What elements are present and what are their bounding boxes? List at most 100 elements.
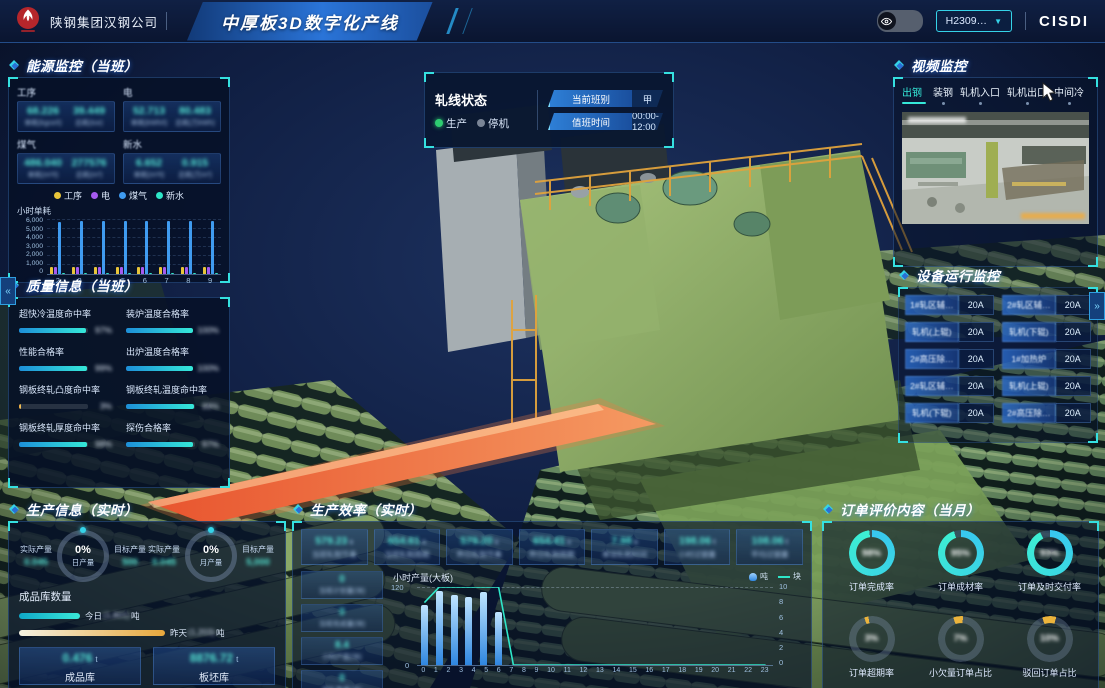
inventory-label-unit: 吨 (216, 627, 225, 639)
y-tick: 8 (779, 598, 787, 606)
bar (215, 273, 218, 274)
x-tick: 12 (580, 667, 588, 674)
equipment-value: 20A (959, 295, 994, 315)
equipment-value: 20A (959, 403, 994, 423)
progress-track (19, 442, 88, 447)
stat-label: 实际产量 (19, 544, 53, 555)
inventory-label: 昨天(1,203)吨 (170, 627, 224, 639)
equipment-name: 2#高压除… (1002, 403, 1056, 423)
quality-label: 钢板终轧凸度命中率 (19, 383, 112, 396)
collapse-left-button[interactable]: « (0, 277, 16, 305)
energy-value-label: 总耗(tce) (66, 118, 112, 128)
progress-track (19, 366, 88, 371)
gauge-percent: 93% (1027, 530, 1073, 576)
line-selector-value: H2309… (946, 15, 987, 27)
video-tab[interactable]: 装钢 (933, 84, 953, 105)
stat-value-row: 108.06t (752, 535, 788, 547)
stat-value: 8.4 (335, 640, 349, 651)
line-selector[interactable]: H2309… ▼ (936, 10, 1012, 32)
quality-bar-row: 99% (19, 363, 112, 373)
quality-percent: 99% (92, 363, 112, 373)
bar (120, 267, 123, 274)
quality-bar-row: 99% (126, 401, 219, 411)
energy-value-label: 总耗(m³) (66, 170, 112, 180)
bar (181, 267, 184, 274)
stat-label: 平均过钢量 (751, 549, 789, 560)
status-row: 值班时间00:00-12:00 (548, 113, 663, 130)
energy-value-label: 单耗(kgce/t) (20, 118, 66, 128)
y-tick: 2 (779, 644, 787, 652)
y-tick: 6 (779, 614, 787, 622)
stat-unit: s (495, 539, 499, 546)
x-tick: 14 (612, 667, 620, 674)
stat-label: 目标产量 (241, 544, 275, 555)
video-feed[interactable] (902, 112, 1089, 224)
energy-value: 39.449 (66, 105, 112, 117)
camera-tabs: 出钢装钢轧机入口轧机出口中间冷电加热 (902, 84, 1089, 105)
gauge-percent: 10% (1027, 616, 1073, 662)
equipment-value: 20A (1056, 295, 1091, 315)
energy-value: 486.040 (20, 157, 66, 169)
inventory-fill (19, 630, 165, 636)
gauge-center: 0%日产量 (62, 535, 104, 577)
progress-fill (126, 366, 193, 371)
x-tick: 7 (509, 667, 513, 674)
axis-label: 小时单耗 (17, 205, 221, 217)
x-tick: 2 (446, 667, 450, 674)
panel-production-info: 生产信息（实时） 实际产量0.0450%日产量目标产量500实际产量0.0450… (8, 500, 286, 688)
bar (185, 267, 188, 274)
inventory-label-num: (1,801) (103, 610, 130, 622)
progress-fill (19, 404, 21, 409)
equipment-name: 轧机(下辊) (905, 403, 959, 423)
panel-title: 生产信息（实时） (26, 499, 138, 519)
corner-accent (1088, 77, 1098, 87)
gauge-side-stat: 目标产量 5,000 (241, 544, 275, 568)
panel-title: 轧线状态 (435, 90, 527, 109)
legend-label: 新水 (166, 189, 184, 202)
legend-item: 块 (778, 571, 801, 582)
energy-value-label: 总耗(万m³) (172, 170, 218, 180)
efficiency-stat: 579.20s昨日轧制节奏 (446, 529, 513, 565)
energy-group-name: 工序 (17, 85, 115, 99)
gauge-side-stat: 目标产量500 (113, 544, 147, 568)
gridline (47, 228, 221, 229)
stat-label: 目标产量 (113, 544, 147, 555)
video-tab[interactable]: 轧机出口 (1007, 84, 1047, 105)
video-tab[interactable]: 中间冷 (1054, 84, 1084, 105)
equipment-value: 20A (959, 376, 994, 396)
panel-equipment-monitor: 设备运行监控 1#轧区辅…20A2#轧区辅…20A轧机(上辊)20A轧机(下辊)… (898, 266, 1098, 443)
status-legend: 生产停机 (435, 116, 527, 131)
panel-title: 生产效率（实时） (310, 499, 422, 519)
video-tab[interactable]: 轧机入口 (960, 84, 1000, 105)
order-gauge: 95%订单成材率 (918, 530, 1003, 608)
stat-value: 5,000 (241, 557, 275, 568)
gauge-percent: 98% (849, 530, 895, 576)
stat-value: 0.045 (19, 557, 53, 568)
stat-value: 654.41 (533, 535, 565, 547)
decor-slash (462, 8, 472, 34)
y-tick: 6,000 (17, 218, 43, 225)
stat-value: 0 (339, 673, 345, 684)
video-tab[interactable]: 出钢 (902, 84, 926, 105)
energy-value-label: 单耗(kWh/t) (126, 118, 172, 128)
equipment-value: 20A (959, 349, 994, 369)
status-row-label: 值班时间 (548, 113, 632, 130)
quality-item: 钢板终轧厚度命中率98% (19, 421, 112, 449)
stat-unit: s (349, 539, 353, 546)
visibility-toggle[interactable] (877, 10, 923, 32)
bar (193, 273, 196, 274)
collapse-right-button[interactable]: » (1089, 292, 1105, 320)
energy-value: 68.226 (20, 105, 66, 117)
diamond-icon (898, 269, 910, 281)
energy-group-name: 煤气 (17, 137, 115, 151)
gauge-label: 订单超期率 (849, 666, 894, 679)
y-tick: 4 (779, 629, 787, 637)
stat-label: 小时过钢量 (678, 549, 716, 560)
equipment-cell: 轧机(上辊)20A (1002, 376, 1091, 396)
equipment-cell: 2#高压除…20A (1002, 403, 1091, 423)
energy-value: 0.915 (172, 157, 218, 169)
panel-title: 质量信息（当班） (26, 275, 138, 295)
corner-accent (220, 478, 230, 488)
energy-metric: 80.483总耗(万kWh) (172, 105, 218, 128)
bar (50, 267, 53, 274)
